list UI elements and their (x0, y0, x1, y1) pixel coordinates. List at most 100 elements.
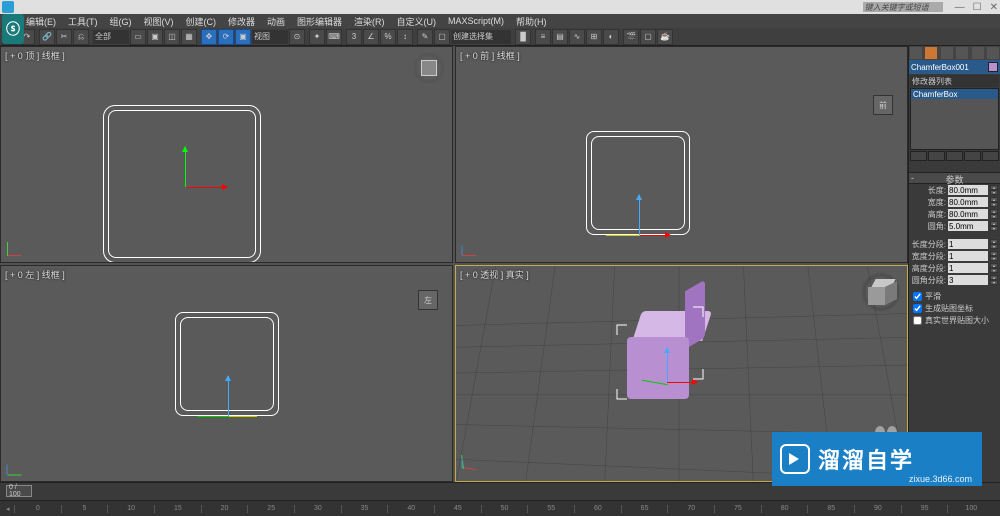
viewport-label[interactable]: [ + 0 前 ] 线框 ] (460, 49, 520, 62)
viewcube[interactable] (414, 53, 444, 83)
configure-sets-button[interactable] (982, 151, 999, 161)
spinner-snap-button[interactable]: ↕ (397, 29, 413, 45)
viewcube[interactable] (861, 272, 901, 312)
menu-rendering[interactable]: 渲染(R) (354, 15, 385, 28)
link-button[interactable]: 🔗 (39, 29, 55, 45)
object-wireframe[interactable] (103, 105, 261, 263)
select-name-button[interactable]: ▣ (147, 29, 163, 45)
create-tab-icon[interactable] (910, 47, 922, 59)
make-unique-button[interactable] (946, 151, 963, 161)
rotate-button[interactable]: ⟳ (218, 29, 234, 45)
viewport-label[interactable]: [ + 0 顶 ] 线框 ] (5, 49, 65, 62)
angle-snap-button[interactable]: ∠ (363, 29, 379, 45)
menu-grapheditors[interactable]: 图形编辑器 (297, 15, 342, 28)
width-input[interactable] (948, 197, 988, 207)
menu-maxscript[interactable]: MAXScript(M) (448, 16, 504, 26)
gizmo-y-axis-icon[interactable] (185, 147, 186, 187)
snap-button[interactable]: 3 (346, 29, 362, 45)
menu-tools[interactable]: 工具(T) (68, 15, 98, 28)
menu-customize[interactable]: 自定义(U) (397, 15, 437, 28)
named-selection-dropdown[interactable]: 创建选择集 (451, 30, 511, 44)
viewcube[interactable]: 前 (873, 95, 893, 115)
gizmo-x-axis-icon[interactable] (640, 235, 670, 236)
render-setup-button[interactable]: 🎬 (623, 29, 639, 45)
render-button[interactable]: ☕ (657, 29, 673, 45)
motion-tab-icon[interactable] (956, 47, 968, 59)
help-search-input[interactable]: 键入关键字或短语 (863, 2, 943, 12)
schematic-button[interactable]: ⊞ (586, 29, 602, 45)
move-button[interactable]: ✥ (201, 29, 217, 45)
edit-named-sel-button[interactable]: ✎ (417, 29, 433, 45)
mirror-button[interactable]: ▐▌ (515, 29, 531, 45)
menu-views[interactable]: 视图(V) (144, 15, 174, 28)
pivot-button[interactable]: ⊙ (289, 29, 305, 45)
keyboard-button[interactable]: ⌨ (326, 29, 342, 45)
object-name-field[interactable]: ChamferBox001 (909, 60, 1000, 74)
gizmo-z-axis-icon[interactable] (639, 195, 640, 235)
menu-edit[interactable]: 编辑(E) (26, 15, 56, 28)
stack-item[interactable]: ChamferBox (911, 89, 998, 99)
modifier-list-dropdown[interactable]: 修改器列表 (910, 75, 999, 87)
modifier-stack[interactable]: ChamferBox (910, 88, 999, 150)
track-bar[interactable]: ◂ 0 5 10 15 20 25 30 35 40 45 50 55 60 6… (0, 500, 1000, 516)
menu-group[interactable]: 组(G) (110, 15, 132, 28)
scale-button[interactable]: ▣ (235, 29, 251, 45)
gizmo-x-axis-icon[interactable] (187, 187, 227, 188)
spinner-icon[interactable]: ▴▾ (990, 275, 998, 285)
show-end-result-button[interactable] (928, 151, 945, 161)
pin-stack-button[interactable] (910, 151, 927, 161)
manipulate-button[interactable]: ✦ (309, 29, 325, 45)
object-wireframe[interactable] (586, 131, 690, 235)
maximize-icon[interactable]: ☐ (973, 2, 982, 13)
gizmo-x-axis-icon[interactable] (667, 382, 697, 383)
unlink-button[interactable]: ✂ (56, 29, 72, 45)
object-color-swatch[interactable] (988, 62, 998, 72)
percent-snap-button[interactable]: % (380, 29, 396, 45)
selection-filter-dropdown[interactable]: 全部 (93, 30, 129, 44)
viewport-top[interactable]: [ + 0 顶 ] 线框 ] (0, 46, 453, 263)
menu-modifiers[interactable]: 修改器 (228, 15, 255, 28)
height-input[interactable] (948, 209, 988, 219)
object-wireframe[interactable] (175, 312, 279, 416)
gizmo-y-axis-icon[interactable] (606, 235, 640, 236)
modify-tab-icon[interactable] (925, 47, 937, 59)
close-icon[interactable]: ✕ (990, 2, 998, 13)
curve-editor-button[interactable]: ∿ (569, 29, 585, 45)
viewport-label[interactable]: [ + 0 透视 ] 真实 ] (460, 268, 529, 281)
spinner-icon[interactable]: ▴▾ (990, 221, 998, 231)
gizmo-z-axis-icon[interactable] (228, 376, 229, 416)
viewcube[interactable]: 左 (418, 290, 438, 310)
application-menu-button[interactable]: ⓢ (2, 14, 24, 44)
spinner-icon[interactable]: ▴▾ (990, 239, 998, 249)
time-slider[interactable]: 0 / 100 (6, 485, 32, 497)
display-tab-icon[interactable] (972, 47, 984, 59)
named-sel-button[interactable]: ▢ (434, 29, 450, 45)
window-crossing-button[interactable]: ▦ (181, 29, 197, 45)
minimize-icon[interactable]: — (955, 2, 965, 13)
menu-animation[interactable]: 动画 (267, 15, 285, 28)
viewport-label[interactable]: [ + 0 左 ] 线框 ] (5, 268, 65, 281)
align-button[interactable]: ≡ (535, 29, 551, 45)
hierarchy-tab-icon[interactable] (941, 47, 953, 59)
material-editor-button[interactable]: ◐ (603, 29, 619, 45)
gizmo-x-axis-icon[interactable] (229, 416, 257, 417)
spinner-icon[interactable]: ▴▾ (990, 185, 998, 195)
viewport-left[interactable]: [ + 0 左 ] 线框 ] 左 (0, 265, 453, 482)
spinner-icon[interactable]: ▴▾ (990, 209, 998, 219)
spinner-icon[interactable]: ▴▾ (990, 263, 998, 273)
viewport-front[interactable]: [ + 0 前 ] 线框 ] 前 (455, 46, 908, 263)
fillet-segs-input[interactable] (948, 275, 988, 285)
utilities-tab-icon[interactable] (987, 47, 999, 59)
height-segs-input[interactable] (948, 263, 988, 273)
gizmo-z-axis-icon[interactable] (667, 348, 668, 382)
bind-button[interactable]: ⎌ (73, 29, 89, 45)
select-rect-button[interactable]: ◫ (164, 29, 180, 45)
select-button[interactable]: ▭ (130, 29, 146, 45)
render-frame-button[interactable]: ▢ (640, 29, 656, 45)
remove-modifier-button[interactable] (964, 151, 981, 161)
fillet-input[interactable] (948, 221, 988, 231)
width-segs-input[interactable] (948, 251, 988, 261)
spinner-icon[interactable]: ▴▾ (990, 197, 998, 207)
layer-button[interactable]: ▤ (552, 29, 568, 45)
refcoord-dropdown[interactable]: 视图 (252, 30, 288, 44)
